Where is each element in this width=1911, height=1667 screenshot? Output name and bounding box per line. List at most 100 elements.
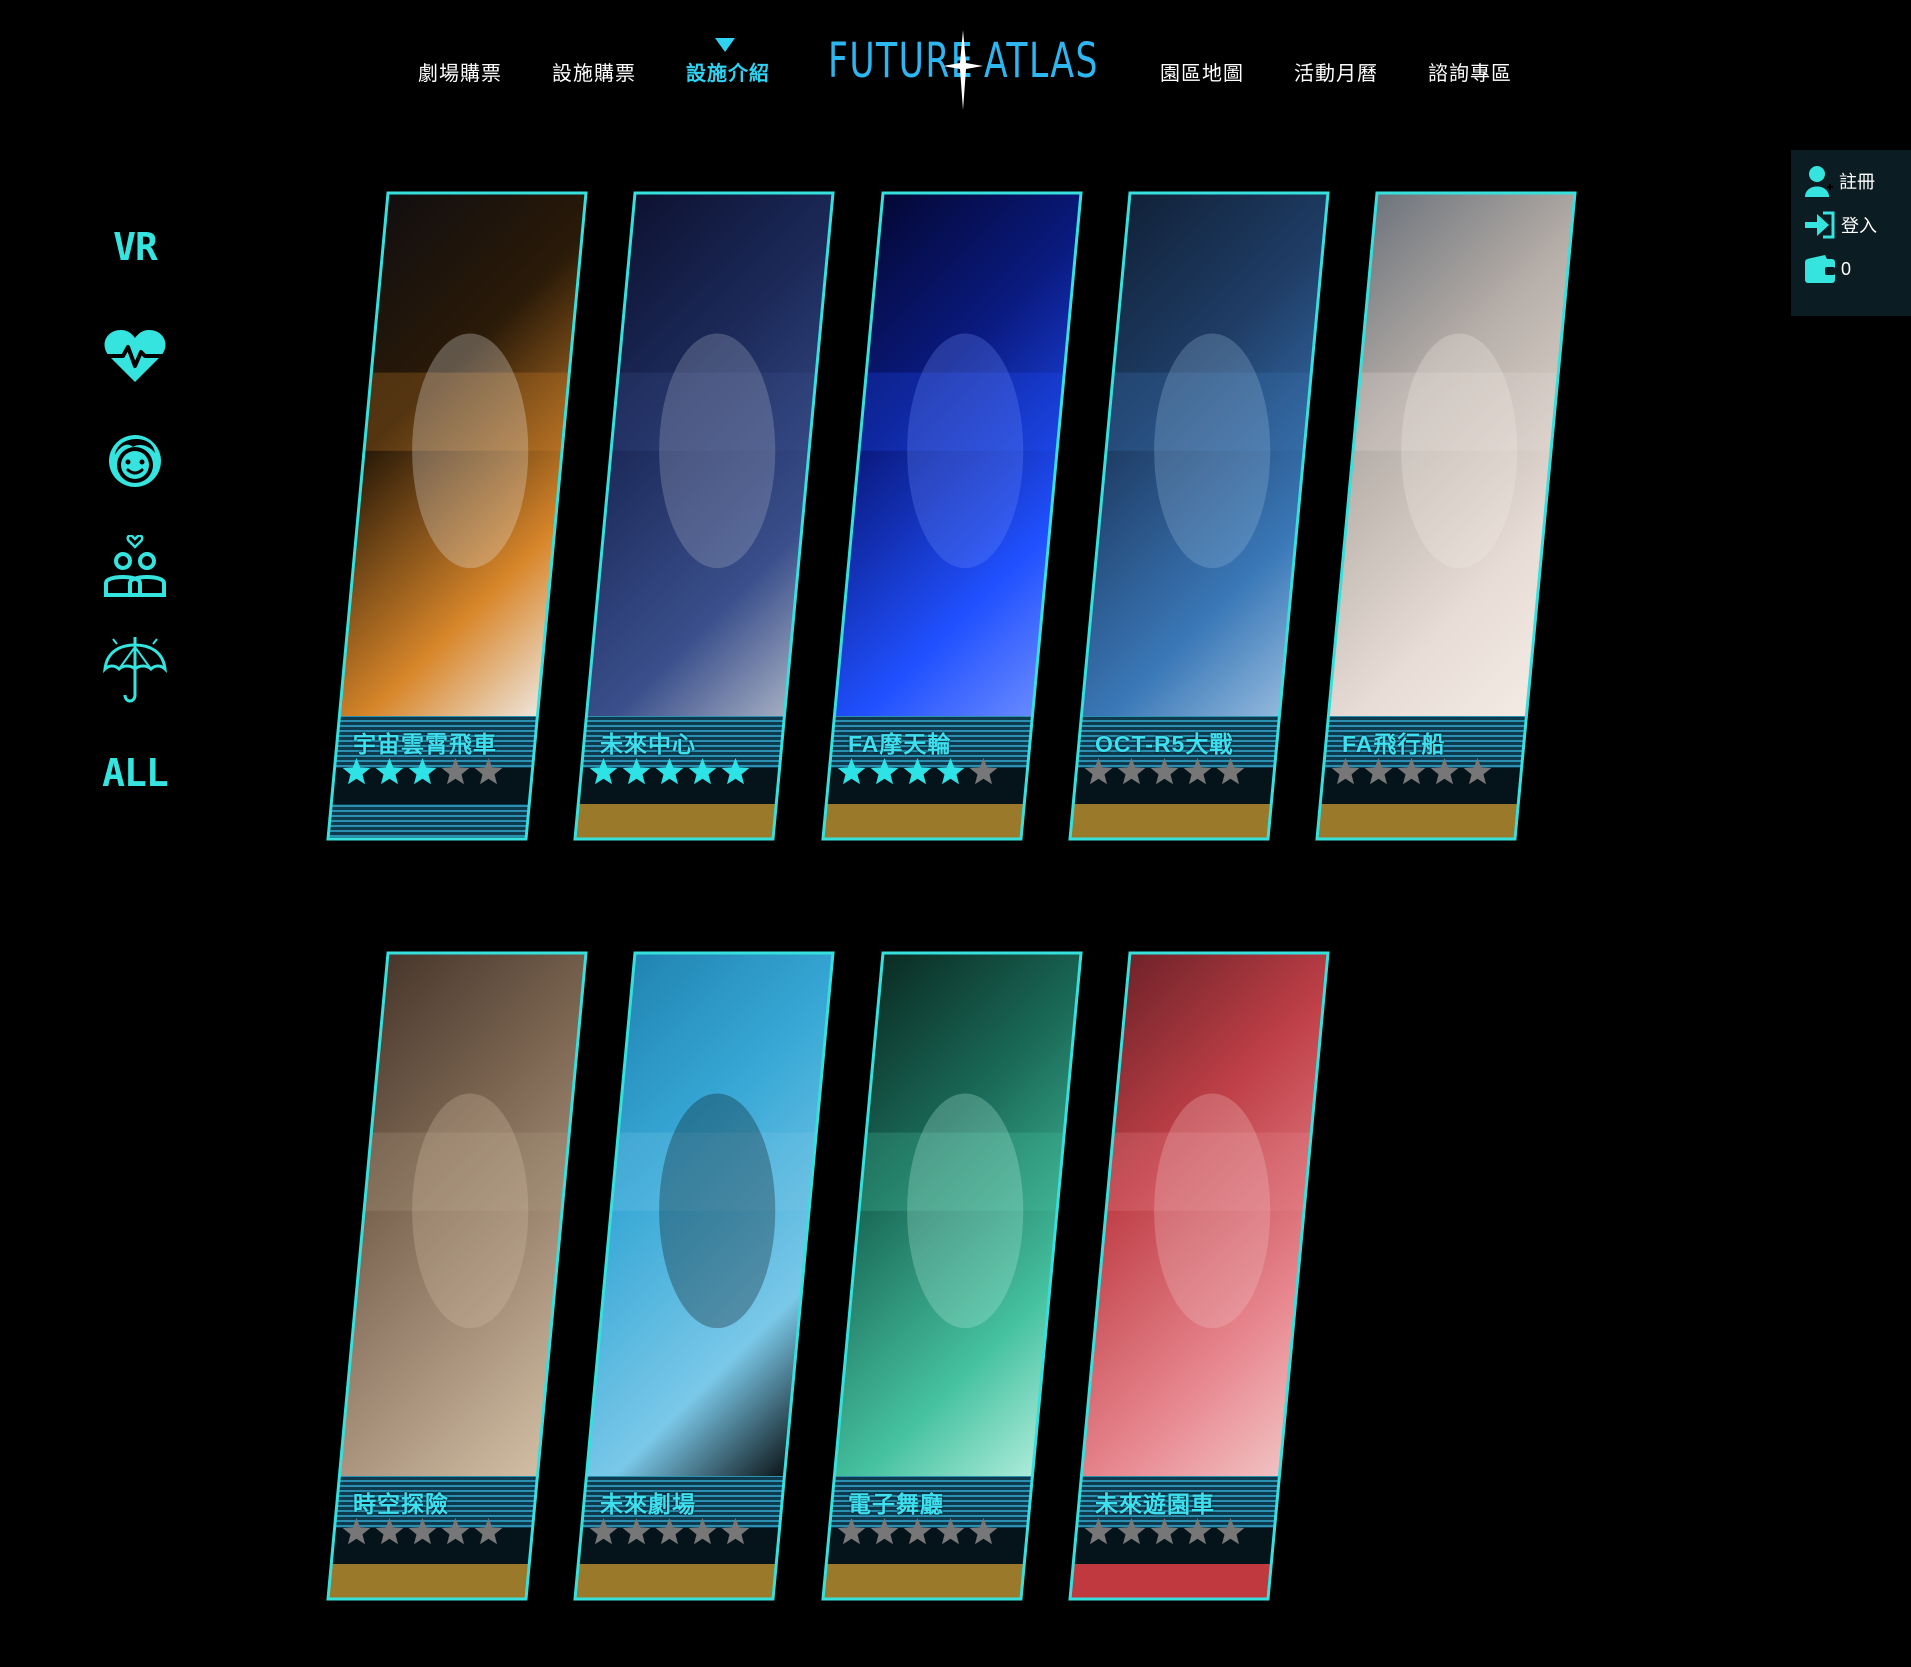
facility-name: FA飛行船	[1342, 731, 1446, 757]
facility-card[interactable]: 未來劇場	[572, 950, 836, 1602]
star-empty-icon	[688, 1517, 717, 1545]
star-empty-icon	[474, 757, 503, 785]
nav-event-calendar[interactable]: 活動月曆	[1294, 57, 1378, 86]
star-filled-icon	[721, 757, 750, 785]
login-link[interactable]: 登入	[1805, 207, 1877, 243]
category-kids[interactable]	[96, 419, 174, 497]
cart-count: 0	[1841, 258, 1852, 279]
star-empty-icon	[589, 1517, 618, 1545]
star-empty-icon	[441, 1517, 470, 1545]
logo-text-right: ATLAS	[984, 33, 1099, 89]
star-empty-icon	[1463, 757, 1492, 785]
facility-card[interactable]: 宇宙雲霄飛車	[325, 190, 589, 842]
wallet-icon	[1805, 255, 1835, 283]
register-link[interactable]: 註冊	[1805, 163, 1875, 199]
star-empty-icon	[1150, 757, 1179, 785]
star-empty-icon	[1183, 1517, 1212, 1545]
child-face-icon	[109, 435, 161, 487]
facility-rating	[1330, 756, 1493, 787]
login-icon	[1805, 211, 1835, 239]
vr-icon: VR	[113, 225, 158, 269]
star-empty-icon	[870, 1517, 899, 1545]
star-empty-icon	[408, 1517, 437, 1545]
category-all[interactable]: ALL	[96, 734, 174, 812]
star-empty-icon	[1216, 1517, 1245, 1545]
active-nav-caret-icon	[715, 38, 735, 52]
add-user-icon	[1805, 166, 1833, 197]
star-empty-icon	[1084, 757, 1113, 785]
wallet-link[interactable]: 0	[1805, 251, 1851, 287]
heartbeat-icon	[104, 330, 166, 382]
facility-rating	[588, 1516, 751, 1547]
star-filled-icon	[342, 757, 371, 785]
umbrella-icon	[103, 637, 167, 703]
star-empty-icon	[1117, 757, 1146, 785]
facility-card[interactable]: 未來遊園車	[1067, 950, 1331, 1602]
facility-card[interactable]: FA飛行船	[1314, 190, 1578, 842]
star-empty-icon	[1364, 757, 1393, 785]
star-empty-icon	[721, 1517, 750, 1545]
top-navigation: 劇場購票 設施購票 設施介紹 FUTURE ATLAS 園區地圖 活動月曆 諮詢…	[0, 0, 1911, 140]
star-filled-icon	[837, 757, 866, 785]
star-empty-icon	[342, 1517, 371, 1545]
facility-name: 宇宙雲霄飛車	[353, 731, 497, 757]
nav-inquiry[interactable]: 諮詢專區	[1428, 57, 1512, 86]
star-filled-icon	[589, 757, 618, 785]
category-family[interactable]	[96, 630, 174, 708]
nav-facility-intro[interactable]: 設施介紹	[686, 57, 770, 86]
star-empty-icon	[969, 757, 998, 785]
star-empty-icon	[936, 1517, 965, 1545]
star-filled-icon	[936, 757, 965, 785]
star-empty-icon	[1150, 1517, 1179, 1545]
star-filled-icon	[622, 757, 651, 785]
star-empty-icon	[1331, 757, 1360, 785]
facility-name: OCT-R5大戰	[1095, 731, 1234, 757]
facility-name: 電子舞廳	[848, 1491, 944, 1517]
facility-rating	[836, 1516, 999, 1547]
star-empty-icon	[441, 757, 470, 785]
future-atlas-logo[interactable]: FUTURE ATLAS	[826, 30, 1106, 110]
star-empty-icon	[375, 1517, 404, 1545]
facility-rating	[1083, 756, 1246, 787]
star-empty-icon	[1084, 1517, 1113, 1545]
facility-rating	[341, 756, 504, 787]
star-filled-icon	[870, 757, 899, 785]
login-label: 登入	[1841, 216, 1877, 236]
couple-icon	[104, 535, 166, 597]
star-filled-icon	[655, 757, 684, 785]
star-empty-icon	[969, 1517, 998, 1545]
star-filled-icon	[375, 757, 404, 785]
category-couple[interactable]	[96, 527, 174, 605]
star-empty-icon	[1397, 757, 1426, 785]
star-filled-icon	[688, 757, 717, 785]
nav-park-map[interactable]: 園區地圖	[1160, 57, 1244, 86]
facility-card[interactable]: 電子舞廳	[820, 950, 1084, 1602]
facility-card[interactable]: FA摩天輪	[820, 190, 1084, 842]
facility-card[interactable]: 未來中心	[572, 190, 836, 842]
facility-card[interactable]: OCT-R5大戰	[1067, 190, 1331, 842]
facility-name: 時空探險	[353, 1491, 449, 1517]
star-empty-icon	[1117, 1517, 1146, 1545]
all-icon: ALL	[102, 751, 169, 795]
star-filled-icon	[903, 757, 932, 785]
nav-facility-tickets[interactable]: 設施購票	[552, 57, 636, 86]
star-empty-icon	[1183, 757, 1212, 785]
star-empty-icon	[837, 1517, 866, 1545]
user-panel: 註冊 登入 0	[1791, 150, 1911, 316]
star-empty-icon	[655, 1517, 684, 1545]
star-empty-icon	[1216, 757, 1245, 785]
logo-star-icon	[943, 30, 983, 110]
facility-rating	[588, 756, 751, 787]
star-empty-icon	[1430, 757, 1459, 785]
star-filled-icon	[408, 757, 437, 785]
category-thrill[interactable]	[96, 317, 174, 395]
facility-card[interactable]: 時空探險	[325, 950, 589, 1602]
register-label: 註冊	[1839, 172, 1875, 192]
facility-name: FA摩天輪	[848, 731, 952, 757]
nav-theater-tickets[interactable]: 劇場購票	[418, 57, 502, 86]
facility-rating	[836, 756, 999, 787]
category-vr[interactable]: VR	[96, 208, 174, 286]
star-empty-icon	[622, 1517, 651, 1545]
facility-rating	[1083, 1516, 1246, 1547]
star-empty-icon	[903, 1517, 932, 1545]
